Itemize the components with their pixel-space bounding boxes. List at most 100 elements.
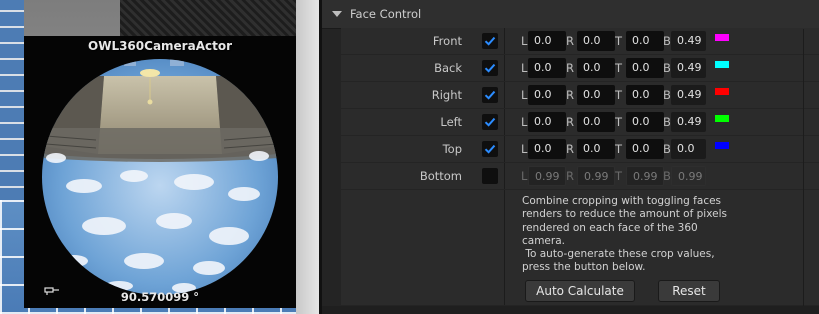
- face-color-swatch: [715, 115, 729, 122]
- crop-t-input[interactable]: 0.0: [626, 85, 664, 105]
- checkmark-icon: [484, 63, 496, 73]
- actor-name-label: OWL360CameraActor: [88, 39, 232, 53]
- face-name-cell: Back: [341, 55, 505, 81]
- checkmark-icon: [484, 144, 496, 154]
- checkmark-icon: [484, 90, 496, 100]
- crop-t-input[interactable]: 0.0: [626, 58, 664, 78]
- crop-l-input[interactable]: 0.0: [528, 139, 566, 159]
- crop-b-input[interactable]: 0.49: [671, 58, 706, 78]
- crop-r-input[interactable]: 0.0: [577, 31, 615, 51]
- face-row-bottom: Bottom L 0.99 R 0.99 T 0.99 B 0.99: [341, 163, 819, 189]
- crop-l-label: L: [521, 34, 528, 48]
- face-enabled-checkbox[interactable]: [482, 87, 498, 103]
- crop-b-label: B: [663, 142, 671, 156]
- face-enabled-checkbox[interactable]: [482, 114, 498, 130]
- camera-preview-panel: OWL360CameraActor 90.570099 °: [24, 36, 296, 308]
- crop-r-input[interactable]: 0.0: [577, 58, 615, 78]
- crop-l-input[interactable]: 0.0: [528, 112, 566, 132]
- face-name-cell: Right: [341, 82, 505, 108]
- crop-b-label: B: [663, 88, 671, 102]
- face-enabled-checkbox[interactable]: [482, 33, 498, 49]
- face-color-swatch: [715, 61, 729, 68]
- face-color-swatch: [715, 88, 729, 95]
- reset-button[interactable]: Reset: [658, 280, 720, 302]
- face-enabled-checkbox[interactable]: [482, 60, 498, 76]
- auto-calculate-button[interactable]: Auto Calculate: [525, 280, 635, 302]
- details-panel: Face Control Front L 0.0 R 0.0 T 0.0 B 0.49 Back L…: [319, 0, 819, 314]
- auto-calculate-row: Combine cropping with toggling faces ren…: [341, 190, 819, 305]
- crop-t-label: T: [615, 142, 623, 156]
- face-row-top: Top L 0.0 R 0.0 T 0.0 B 0.0: [341, 136, 819, 162]
- crop-l-label: L: [521, 88, 528, 102]
- crop-r-input[interactable]: 0.0: [577, 112, 615, 132]
- face-row-right: Right L 0.0 R 0.0 T 0.0 B 0.49: [341, 82, 819, 108]
- crop-l-input[interactable]: 0.0: [528, 58, 566, 78]
- crop-t-label: T: [615, 34, 623, 48]
- angle-readout: 90.570099 °: [120, 290, 200, 304]
- face-name-cell: Left: [341, 109, 505, 135]
- face-enabled-checkbox[interactable]: [482, 141, 498, 157]
- info-description: Combine cropping with toggling faces ren…: [522, 195, 727, 274]
- crop-r-label: R: [566, 61, 574, 75]
- crop-b-label: B: [663, 61, 671, 75]
- crop-r-label: R: [566, 169, 574, 183]
- crop-l-input[interactable]: 0.0: [528, 85, 566, 105]
- checkmark-icon: [484, 36, 496, 46]
- crop-t-input[interactable]: 0.99: [626, 166, 664, 186]
- viewport-ceiling-geometry: [120, 0, 319, 40]
- face-control-section-header[interactable]: Face Control: [322, 0, 819, 29]
- crop-r-input[interactable]: 0.0: [577, 85, 615, 105]
- crop-b-label: B: [663, 34, 671, 48]
- face-row-front: Front L 0.0 R 0.0 T 0.0 B 0.49: [341, 28, 819, 54]
- column-divider: [803, 29, 804, 306]
- face-name-label: Top: [442, 142, 462, 156]
- face-name-label: Bottom: [419, 169, 462, 183]
- crop-t-label: T: [615, 61, 623, 75]
- crop-r-label: R: [566, 34, 574, 48]
- crop-t-input[interactable]: 0.0: [626, 112, 664, 132]
- face-row-back: Back L 0.0 R 0.0 T 0.0 B 0.49: [341, 55, 819, 81]
- crop-b-label: B: [663, 169, 671, 183]
- fisheye-preview-image: [42, 59, 278, 295]
- crop-b-label: B: [663, 115, 671, 129]
- crop-r-input[interactable]: 0.99: [577, 166, 615, 186]
- crop-r-label: R: [566, 142, 574, 156]
- crop-l-input[interactable]: 0.99: [528, 166, 566, 186]
- face-color-swatch: [715, 142, 729, 149]
- level-viewport[interactable]: OWL360CameraActor 90.570099 °: [0, 0, 319, 314]
- crop-l-label: L: [521, 142, 528, 156]
- collapse-arrow-icon[interactable]: [332, 11, 342, 17]
- panel-footer: [322, 306, 819, 314]
- viewport-wall-right: [296, 0, 319, 314]
- face-enabled-checkbox[interactable]: [482, 168, 498, 184]
- crop-b-input[interactable]: 0.99: [671, 166, 706, 186]
- face-name-label: Left: [440, 115, 462, 129]
- face-name-label: Back: [434, 61, 462, 75]
- crop-l-label: L: [521, 61, 528, 75]
- face-name-label: Front: [432, 34, 462, 48]
- crop-r-input[interactable]: 0.0: [577, 139, 615, 159]
- checkmark-icon: [484, 117, 496, 127]
- face-color-swatch: [715, 34, 729, 41]
- crop-r-label: R: [566, 115, 574, 129]
- crop-l-input[interactable]: 0.0: [528, 31, 566, 51]
- crop-t-input[interactable]: 0.0: [626, 31, 664, 51]
- info-name-cell: [341, 190, 505, 305]
- crop-t-label: T: [615, 115, 623, 129]
- face-name-label: Right: [431, 88, 462, 102]
- face-name-cell: Top: [341, 136, 505, 162]
- crop-l-label: L: [521, 169, 528, 183]
- face-name-cell: Front: [341, 28, 505, 54]
- face-row-left: Left L 0.0 R 0.0 T 0.0 B 0.49: [341, 109, 819, 135]
- crop-b-input[interactable]: 0.49: [671, 31, 706, 51]
- crop-b-input[interactable]: 0.0: [671, 139, 706, 159]
- crop-b-input[interactable]: 0.49: [671, 85, 706, 105]
- face-name-cell: Bottom: [341, 163, 505, 189]
- crop-t-input[interactable]: 0.0: [626, 139, 664, 159]
- crop-l-label: L: [521, 115, 528, 129]
- section-title: Face Control: [350, 7, 422, 21]
- crop-b-input[interactable]: 0.49: [671, 112, 706, 132]
- crop-t-label: T: [615, 88, 623, 102]
- crop-t-label: T: [615, 169, 623, 183]
- crop-r-label: R: [566, 88, 574, 102]
